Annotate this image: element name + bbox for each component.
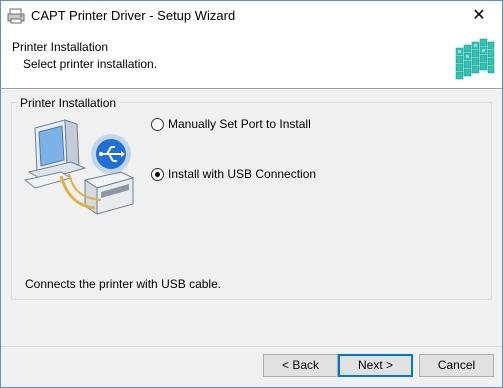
computer-usb-printer-icon — [23, 119, 135, 215]
header-divider-highlight — [1, 89, 502, 90]
manual-port-option[interactable]: Manually Set Port to Install — [151, 117, 311, 131]
next-button[interactable]: Next > — [338, 354, 413, 377]
close-button[interactable]: ✕ — [456, 1, 502, 31]
manual-port-label[interactable]: Manually Set Port to Install — [168, 117, 311, 131]
header-title: Printer Installation — [12, 40, 109, 54]
footer-divider — [1, 346, 502, 347]
groupbox-legend: Printer Installation — [17, 96, 120, 110]
printer-app-icon — [7, 8, 25, 24]
usb-install-radio[interactable] — [151, 167, 164, 181]
header-subtitle: Select printer installation. — [23, 57, 158, 71]
wizard-header: Printer Installation Select printer inst… — [1, 31, 502, 88]
setup-wizard-window: CAPT Printer Driver - Setup Wizard ✕ Pri… — [0, 0, 503, 388]
cancel-button[interactable]: Cancel — [419, 354, 494, 377]
manual-port-radio[interactable] — [151, 117, 164, 131]
usb-install-label[interactable]: Install with USB Connection — [168, 167, 316, 181]
back-button[interactable]: < Back — [263, 354, 338, 377]
option-description: Connects the printer with USB cable. — [25, 277, 222, 291]
window-title: CAPT Printer Driver - Setup Wizard — [31, 8, 236, 23]
title-bar[interactable]: CAPT Printer Driver - Setup Wizard ✕ — [1, 1, 502, 31]
usb-install-option[interactable]: Install with USB Connection — [151, 167, 316, 181]
setup-cubes-icon — [455, 38, 495, 80]
